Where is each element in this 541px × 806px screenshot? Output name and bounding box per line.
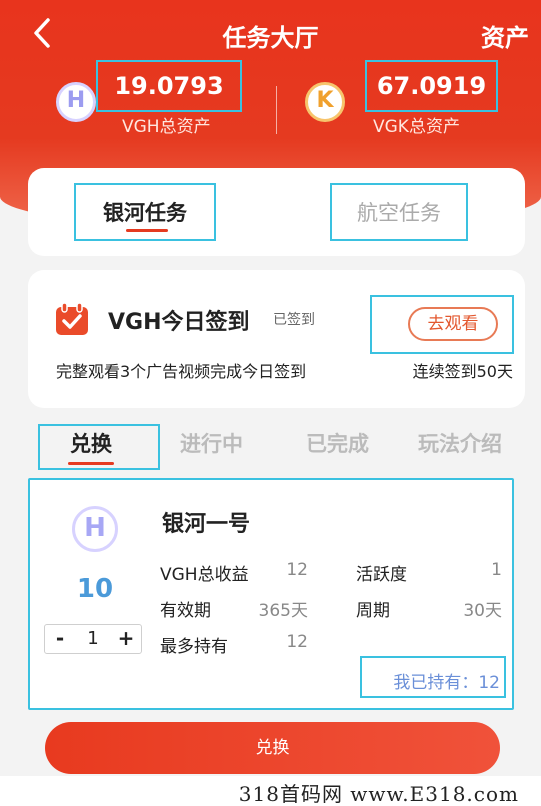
task-type-tabs: 银河任务 航空任务 xyxy=(28,168,525,256)
checkin-title: VGH今日签到 xyxy=(108,310,250,335)
checkin-status: 已签到 xyxy=(273,312,315,328)
tab-aviation-tasks[interactable]: 航空任务 xyxy=(330,183,468,241)
vgk-asset-label: VGK总资产 xyxy=(373,117,460,137)
total-earnings-label: VGH总收益 xyxy=(160,565,249,585)
decrement-button[interactable]: - xyxy=(45,625,75,653)
tab-exchange[interactable]: 兑换 xyxy=(70,428,112,458)
filter-tabs: 兑换 进行中 已完成 玩法介绍 xyxy=(0,418,541,474)
watermark: 318首码网 www.E318.com xyxy=(0,776,541,806)
tab-in-progress[interactable]: 进行中 xyxy=(180,428,243,458)
tab-galaxy-tasks[interactable]: 银河任务 xyxy=(74,183,216,241)
vgh-asset-label: VGH总资产 xyxy=(122,117,211,137)
vgh-asset-value: 19.0793 xyxy=(96,60,242,112)
product-card: H 10 - 1 + 银河一号 VGH总收益 12 活跃度 1 有效期 365天… xyxy=(28,478,514,710)
product-price: 10 xyxy=(76,574,114,604)
active-filter-indicator xyxy=(68,462,114,465)
validity-label: 有效期 xyxy=(160,601,211,621)
validity-value: 365天 xyxy=(258,601,308,621)
increment-button[interactable]: + xyxy=(111,625,141,653)
page-title: 任务大厅 xyxy=(222,24,319,52)
total-earnings-value: 12 xyxy=(286,560,308,580)
vgh-coin-icon: H xyxy=(56,82,96,122)
vgk-coin-icon: K xyxy=(305,82,345,122)
owned-count-highlight: 我已持有：12 xyxy=(360,656,506,698)
activity-label: 活跃度 xyxy=(356,565,407,585)
quantity-value[interactable]: 1 xyxy=(75,625,111,653)
calendar-check-icon xyxy=(56,302,88,335)
checkin-description: 完整观看3个广告视频完成今日签到 xyxy=(56,362,307,381)
tab-how-to-play[interactable]: 玩法介绍 xyxy=(418,428,502,458)
product-name: 银河一号 xyxy=(162,512,251,537)
max-hold-value: 12 xyxy=(286,632,308,652)
watermark-text: 318首码网 www.E318.com xyxy=(238,782,519,806)
cycle-value: 30天 xyxy=(463,601,502,621)
max-hold-label: 最多持有 xyxy=(160,637,228,657)
checkin-streak: 连续签到50天 xyxy=(412,362,513,381)
product-coin-icon: H xyxy=(72,506,118,552)
tab-completed[interactable]: 已完成 xyxy=(306,428,369,458)
assets-link[interactable]: 资产 xyxy=(481,18,529,53)
vgk-asset: K 67.0919 VGK总资产 xyxy=(305,60,515,140)
watch-button[interactable]: 去观看 xyxy=(408,307,498,341)
watch-button-highlight: 去观看 xyxy=(370,295,514,354)
vgk-asset-value: 67.0919 xyxy=(365,60,498,112)
checkin-card: VGH今日签到 已签到 去观看 完整观看3个广告视频完成今日签到 连续签到50天 xyxy=(28,270,525,408)
active-tab-indicator xyxy=(126,229,168,232)
cycle-label: 周期 xyxy=(356,601,390,621)
owned-count: 我已持有：12 xyxy=(393,673,500,693)
quantity-stepper: - 1 + xyxy=(44,624,142,654)
activity-value: 1 xyxy=(491,560,502,580)
asset-divider xyxy=(276,86,277,134)
vgh-asset: H 19.0793 VGH总资产 xyxy=(56,60,256,140)
exchange-button[interactable]: 兑换 xyxy=(45,722,500,774)
